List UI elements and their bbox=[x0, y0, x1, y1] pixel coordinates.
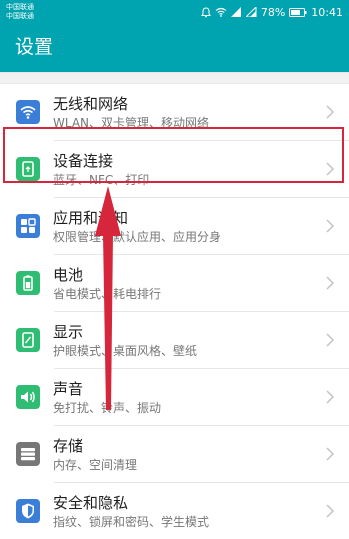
settings-item-subtitle: 指纹、锁屏和密码、学生模式 bbox=[53, 514, 210, 529]
settings-item-label: 显示 bbox=[53, 322, 84, 341]
wifi-status-icon bbox=[215, 7, 227, 17]
battery-status-icon bbox=[289, 7, 307, 17]
settings-item-subtitle: WLAN、双卡管理、移动网络 bbox=[53, 115, 210, 130]
device-connection-icon bbox=[16, 157, 40, 181]
status-bar: 中国联通 中国联通 78% 10:41 bbox=[0, 0, 349, 24]
settings-item-label: 电池 bbox=[53, 265, 84, 284]
carrier-label-sim1: 中国联通 bbox=[6, 3, 34, 11]
display-icon bbox=[16, 328, 40, 352]
chevron-right-icon bbox=[326, 447, 335, 461]
settings-item-apps-notifications[interactable]: 应用和通知 权限管理、默认应用、应用分身 bbox=[0, 198, 349, 254]
settings-item-battery[interactable]: 电池 省电模式、耗电排行 bbox=[0, 255, 349, 311]
chevron-right-icon bbox=[326, 333, 335, 347]
storage-icon bbox=[16, 442, 40, 466]
chevron-right-icon bbox=[326, 390, 335, 404]
settings-item-label: 应用和通知 bbox=[53, 208, 129, 227]
chevron-right-icon bbox=[326, 162, 335, 176]
shield-icon bbox=[16, 499, 40, 523]
carrier-label-sim2: 中国联通 bbox=[6, 12, 34, 20]
status-icons: 78% 10:41 bbox=[200, 3, 343, 21]
settings-item-display[interactable]: 显示 护眼模式、桌面风格、壁纸 bbox=[0, 312, 349, 368]
chevron-right-icon bbox=[326, 105, 335, 119]
settings-item-storage[interactable]: 存储 内存、空间清理 bbox=[0, 426, 349, 482]
settings-item-security-privacy[interactable]: 安全和隐私 指纹、锁屏和密码、学生模式 bbox=[0, 483, 349, 539]
apps-grid-icon bbox=[16, 214, 40, 238]
page-title: 设置 bbox=[15, 36, 54, 58]
group-separator bbox=[0, 72, 349, 84]
settings-list: 无线和网络 WLAN、双卡管理、移动网络 设备连接 蓝牙、NFC、打印 应用和通… bbox=[0, 72, 349, 539]
settings-item-label: 声音 bbox=[53, 379, 84, 398]
settings-item-subtitle: 权限管理、默认应用、应用分身 bbox=[53, 229, 222, 244]
settings-item-subtitle: 护眼模式、桌面风格、壁纸 bbox=[53, 343, 198, 358]
settings-item-label: 存储 bbox=[53, 436, 84, 455]
settings-item-subtitle: 省电模式、耗电排行 bbox=[53, 286, 162, 301]
chevron-right-icon bbox=[326, 276, 335, 290]
battery-percent: 78% bbox=[260, 5, 286, 19]
settings-item-subtitle: 蓝牙、NFC、打印 bbox=[53, 172, 150, 187]
settings-item-wireless-network[interactable]: 无线和网络 WLAN、双卡管理、移动网络 bbox=[0, 84, 349, 140]
bell-icon bbox=[200, 6, 211, 18]
settings-item-label: 无线和网络 bbox=[53, 94, 129, 113]
settings-item-subtitle: 内存、空间清理 bbox=[53, 457, 138, 472]
settings-item-device-connection[interactable]: 设备连接 蓝牙、NFC、打印 bbox=[0, 141, 349, 197]
app-header: 中国联通 中国联通 78% 10:41 设置 bbox=[0, 0, 349, 72]
signal-sim2-icon bbox=[245, 7, 257, 17]
battery-icon bbox=[16, 271, 40, 295]
chevron-right-icon bbox=[326, 504, 335, 518]
signal-sim1-icon bbox=[230, 7, 242, 17]
settings-item-subtitle: 免打扰、铃声、振动 bbox=[53, 400, 162, 415]
wifi-icon bbox=[16, 100, 40, 124]
chevron-right-icon bbox=[326, 219, 335, 233]
sound-icon bbox=[16, 385, 40, 409]
settings-item-sound[interactable]: 声音 免打扰、铃声、振动 bbox=[0, 369, 349, 425]
settings-item-label: 设备连接 bbox=[53, 151, 114, 170]
clock: 10:41 bbox=[311, 5, 343, 19]
settings-item-label: 安全和隐私 bbox=[53, 493, 129, 512]
